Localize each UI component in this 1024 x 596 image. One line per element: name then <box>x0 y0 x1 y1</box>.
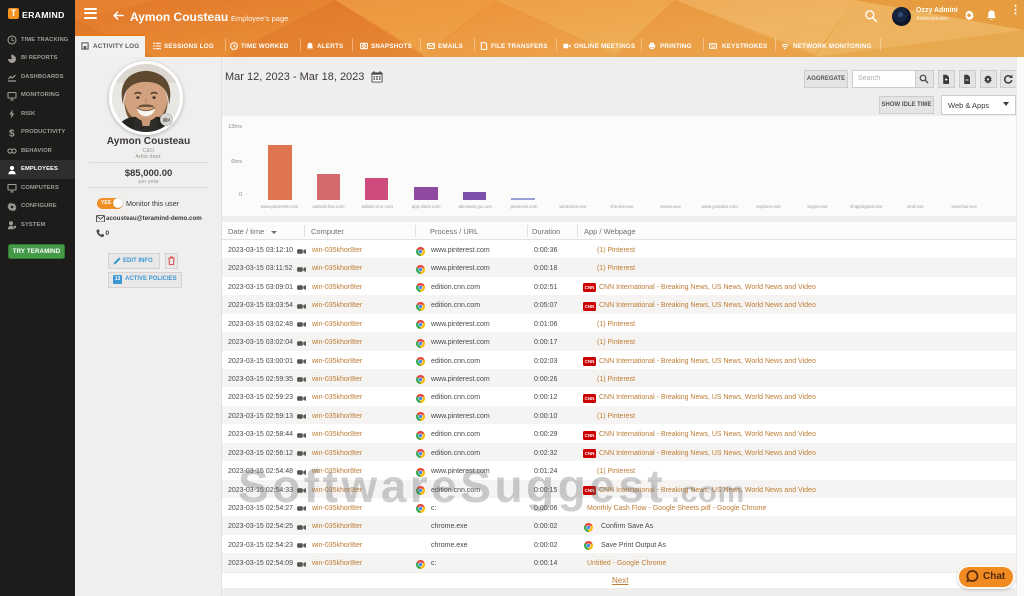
svg-text:$: $ <box>9 128 15 137</box>
